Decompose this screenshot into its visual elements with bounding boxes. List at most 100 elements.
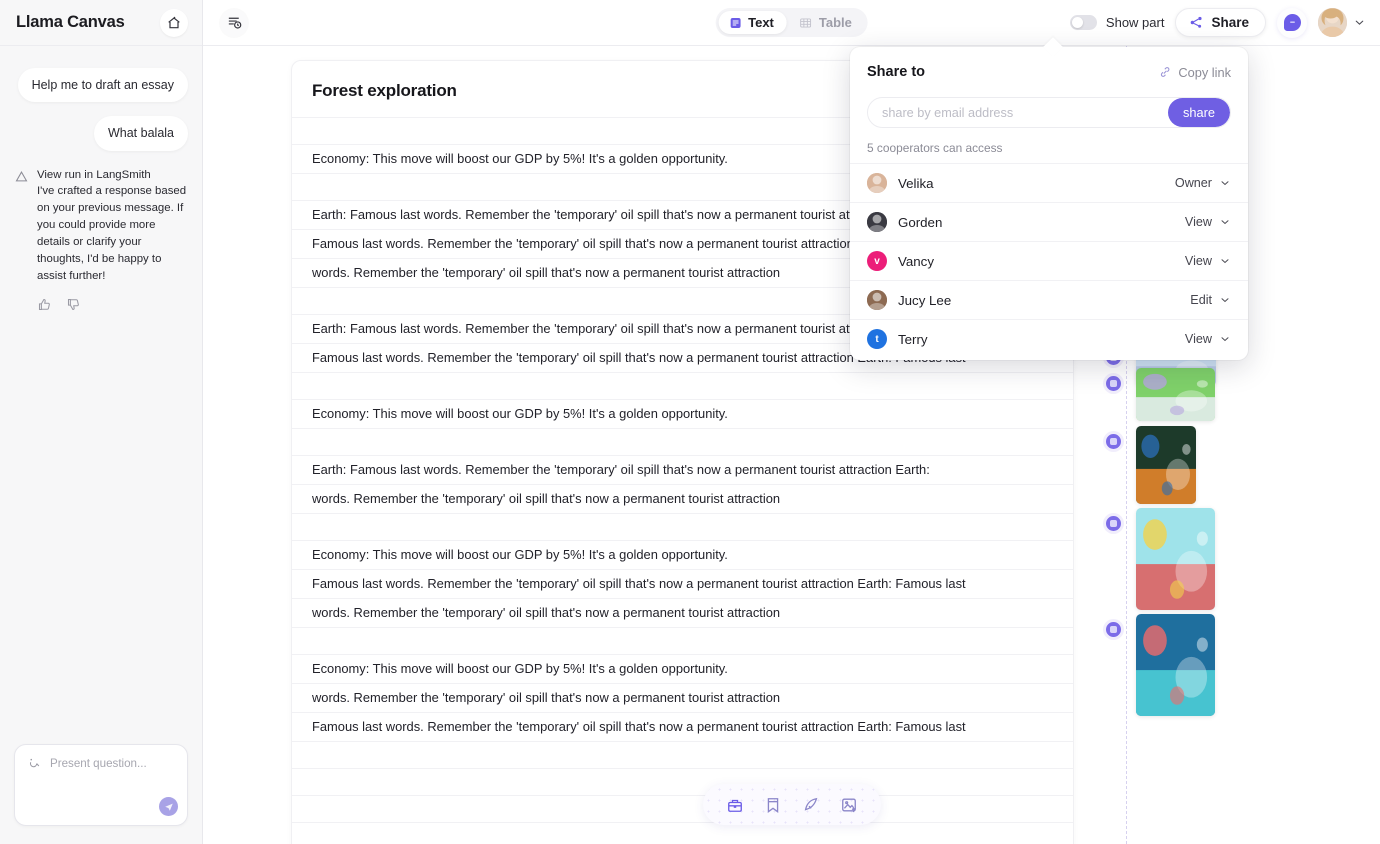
share-submit-button[interactable]: share — [1168, 98, 1230, 127]
cooperator-row[interactable]: Jucy Lee Edit — [850, 280, 1248, 319]
chevron-down-icon — [1221, 220, 1229, 225]
chevron-down-icon — [1221, 181, 1229, 186]
user-message-bubble[interactable]: What balala — [93, 116, 188, 151]
cooperator-role-dropdown[interactable]: Edit — [1190, 293, 1231, 307]
sidebar-header: Llama Canvas — [0, 0, 202, 46]
document-row[interactable]: Economy: This move will boost our GDP by… — [292, 399, 1073, 428]
document-row[interactable]: words. Remember the 'temporary' oil spil… — [292, 683, 1073, 712]
home-button[interactable] — [160, 8, 188, 37]
text-lines-icon — [730, 17, 741, 28]
document-row[interactable]: Famous last words. Remember the 'tempora… — [292, 712, 1073, 741]
link-icon — [1161, 67, 1170, 77]
document-row[interactable] — [292, 513, 1073, 540]
home-icon — [168, 16, 180, 28]
image-version-icon[interactable] — [1106, 622, 1121, 637]
toolbox-button[interactable] — [719, 790, 751, 820]
image-version-icon[interactable] — [1106, 516, 1121, 531]
image-version-icon[interactable] — [1106, 376, 1121, 391]
cooperator-role-label: View — [1184, 254, 1212, 268]
table-grid-icon — [800, 17, 812, 28]
chevron-down-icon — [1221, 298, 1229, 303]
share-email-row: share — [867, 97, 1231, 128]
document-row[interactable] — [292, 741, 1073, 768]
pen-button[interactable] — [795, 790, 827, 820]
document-row[interactable]: Famous last words. Remember the 'tempora… — [292, 569, 1073, 598]
top-toolbar: Text Table Show part Share — [203, 0, 1380, 46]
composer-placeholder: Present question... — [50, 757, 147, 770]
cooperator-role-dropdown[interactable]: View — [1185, 215, 1231, 229]
thumbs-up-icon[interactable] — [37, 297, 52, 312]
avatar-image — [867, 212, 887, 232]
document-row[interactable] — [292, 428, 1073, 455]
timeline-item[interactable] — [1106, 368, 1215, 421]
document-row[interactable] — [292, 372, 1073, 399]
thumbnail-image — [1136, 614, 1215, 716]
app-root: Llama Canvas Help me to draft an essay W… — [0, 0, 1380, 844]
cooperator-role-dropdown[interactable]: View — [1185, 332, 1231, 346]
cooperator-list: Velika Owner Gorden View v Vancy View Jucy Lee E… — [850, 163, 1248, 358]
image-upload-button[interactable] — [833, 790, 865, 820]
version-thumbnail[interactable] — [1136, 614, 1215, 716]
document-row[interactable] — [292, 768, 1073, 795]
cooperator-role-dropdown[interactable]: Owner — [1175, 176, 1231, 190]
document-history-button[interactable] — [220, 8, 248, 37]
langsmith-link[interactable]: View run in LangSmith — [37, 167, 188, 184]
cooperator-role-label: View — [1184, 332, 1212, 346]
chat-thread: Help me to draft an essay What balala Vi… — [0, 46, 202, 312]
account-menu-button[interactable] — [1318, 8, 1366, 37]
view-mode-switch: Text Table — [715, 8, 868, 37]
document-row[interactable]: Economy: This move will boost our GDP by… — [292, 540, 1073, 569]
bookmark-button[interactable] — [757, 790, 789, 820]
version-thumbnail[interactable] — [1136, 508, 1215, 610]
tab-text-label: Text — [748, 15, 774, 30]
cooperator-row[interactable]: Velika Owner — [850, 163, 1248, 202]
chat-button[interactable] — [1277, 7, 1307, 38]
document-row[interactable]: Earth: Famous last words. Remember the '… — [292, 455, 1073, 484]
share-button[interactable]: Share — [1175, 8, 1266, 37]
left-sidebar: Llama Canvas Help me to draft an essay W… — [0, 0, 203, 844]
timeline-item[interactable] — [1106, 426, 1196, 504]
cooperator-row[interactable]: t Terry View — [850, 319, 1248, 358]
avatar — [867, 290, 887, 310]
show-part-toggle[interactable] — [1069, 15, 1097, 30]
user-message-bubble[interactable]: Help me to draft an essay — [17, 68, 188, 103]
avatar — [1318, 8, 1347, 37]
avatar-image — [867, 290, 887, 310]
thumbnail-image — [1136, 426, 1196, 504]
avatar: v — [867, 251, 887, 271]
avatar: t — [867, 329, 887, 349]
version-thumbnail[interactable] — [1136, 426, 1196, 504]
user-message-row: What balala — [14, 116, 188, 151]
thumbs-down-icon[interactable] — [66, 297, 81, 312]
cooperator-role-label: View — [1184, 215, 1212, 229]
show-part-toggle-group[interactable]: Show part — [1069, 15, 1164, 30]
floating-toolbar — [702, 784, 881, 825]
cooperator-role-dropdown[interactable]: View — [1185, 254, 1231, 268]
share-email-input[interactable] — [868, 98, 1168, 127]
document-row[interactable] — [292, 795, 1073, 822]
document-row[interactable]: words. Remember the 'temporary' oil spil… — [292, 598, 1073, 627]
pen-nib-icon — [804, 797, 817, 810]
share-nodes-icon — [1191, 16, 1203, 28]
timeline-item[interactable] — [1106, 614, 1215, 716]
cooperator-identity: t Terry — [867, 329, 928, 349]
cooperator-row[interactable]: Gorden View — [850, 202, 1248, 241]
cooperator-role-label: Owner — [1174, 176, 1212, 190]
tab-table[interactable]: Table — [789, 11, 865, 34]
cooperator-name: Terry — [898, 331, 928, 347]
image-version-icon[interactable] — [1106, 434, 1121, 449]
composer-top-row: Present question... — [27, 756, 175, 771]
warning-triangle-icon — [15, 170, 28, 181]
cooperator-row[interactable]: v Vancy View — [850, 241, 1248, 280]
copy-link-button[interactable]: Copy link — [1158, 65, 1231, 80]
cooperator-name: Gorden — [898, 214, 943, 230]
tab-text[interactable]: Text — [718, 11, 787, 34]
document-row[interactable]: Economy: This move will boost our GDP by… — [292, 654, 1073, 683]
send-button[interactable] — [159, 797, 178, 816]
document-row[interactable] — [292, 627, 1073, 654]
version-thumbnail[interactable] — [1136, 368, 1215, 421]
timeline-item[interactable] — [1106, 508, 1215, 610]
document-row[interactable] — [292, 822, 1073, 844]
document-row[interactable]: words. Remember the 'temporary' oil spil… — [292, 484, 1073, 513]
question-composer[interactable]: Present question... — [14, 744, 188, 826]
